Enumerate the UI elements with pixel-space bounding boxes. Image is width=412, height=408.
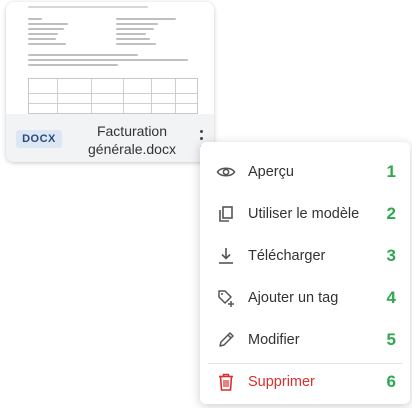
document-table-preview	[28, 78, 198, 114]
file-name: Facturation générale.docx	[76, 122, 188, 158]
file-name-line-1: Facturation	[96, 123, 168, 139]
menu-item-download[interactable]: Télécharger 3	[200, 236, 410, 276]
file-card[interactable]: DOCX Facturation générale.docx	[6, 2, 214, 162]
document-thumbnail[interactable]	[6, 2, 214, 115]
annotation-number: 4	[386, 288, 396, 307]
menu-item-label: Ajouter un tag	[248, 290, 339, 306]
tag-add-icon	[218, 290, 234, 307]
file-type-badge: DOCX	[16, 130, 62, 148]
menu-item-label: Télécharger	[248, 248, 326, 264]
menu-item-label: Supprimer	[248, 374, 315, 390]
menu-item-use-template[interactable]: Utiliser le modèle 2	[200, 194, 410, 234]
annotation-number: 3	[386, 246, 396, 265]
annotation-number: 2	[386, 204, 396, 223]
annotation-number: 6	[386, 372, 396, 391]
menu-item-preview[interactable]: Aperçu 1	[200, 152, 410, 192]
menu-item-label: Modifier	[248, 332, 300, 348]
menu-item-label: Aperçu	[248, 164, 294, 180]
file-name-line-2: générale.docx	[88, 141, 176, 157]
download-icon	[219, 248, 233, 264]
copy-template-icon	[219, 206, 233, 222]
menu-item-add-tag[interactable]: Ajouter un tag 4	[200, 278, 410, 318]
menu-item-edit[interactable]: Modifier 5	[200, 320, 410, 360]
context-menu: Aperçu 1 Utiliser le modèle 2 Télécharge…	[200, 142, 410, 404]
annotation-number: 1	[386, 162, 396, 181]
annotation-number: 5	[386, 330, 396, 349]
pencil-icon	[219, 332, 234, 347]
file-card-footer: DOCX Facturation générale.docx	[6, 114, 214, 162]
eye-icon	[216, 167, 236, 177]
menu-item-delete[interactable]: Supprimer 6	[200, 362, 410, 402]
menu-item-label: Utiliser le modèle	[248, 206, 360, 222]
trash-icon	[219, 373, 233, 391]
